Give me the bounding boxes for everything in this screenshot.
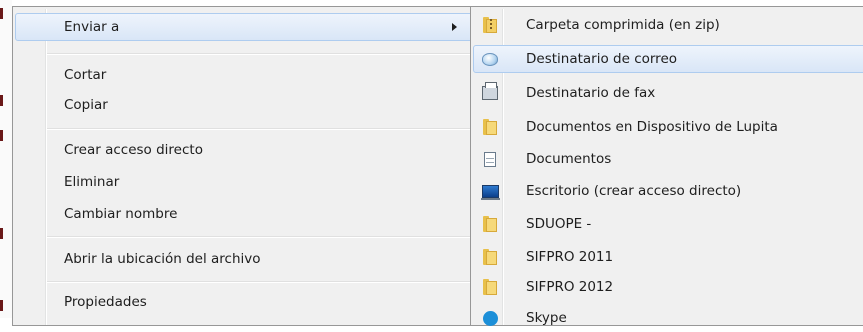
submenu-item-label: Skype [526, 310, 567, 326]
submenu-item-desktop-shortcut[interactable]: Escritorio (crear acceso directo) [473, 177, 863, 205]
menu-item-create-shortcut[interactable]: Crear acceso directo [15, 136, 474, 164]
submenu-item-documents[interactable]: Documentos [473, 145, 863, 173]
mail-recipient-icon [481, 50, 499, 68]
submenu-item-label: Destinatario de fax [526, 85, 656, 101]
folder-icon [481, 248, 499, 266]
menu-item-label: Crear acceso directo [64, 142, 203, 158]
menu-item-label: Cambiar nombre [64, 206, 178, 222]
send-to-submenu: Carpeta comprimida (en zip) Destinatario… [470, 6, 863, 326]
submenu-item-fax-recipient[interactable]: Destinatario de fax [473, 79, 863, 107]
menu-separator [47, 53, 474, 55]
submenu-item-label: Escritorio (crear acceso directo) [526, 183, 742, 199]
menu-item-rename[interactable]: Cambiar nombre [15, 200, 474, 228]
submenu-item-label: Carpeta comprimida (en zip) [526, 17, 720, 33]
submenu-arrow-icon [452, 23, 457, 31]
zip-folder-icon [481, 16, 499, 34]
submenu-item-compressed-folder[interactable]: Carpeta comprimida (en zip) [473, 11, 863, 39]
documents-icon [481, 150, 499, 168]
submenu-item-mail-recipient[interactable]: Destinatario de correo [473, 45, 863, 73]
menu-item-cut[interactable]: Cortar [15, 61, 474, 89]
menu-item-label: Enviar a [64, 19, 120, 35]
skype-icon [481, 309, 499, 327]
submenu-item-sifpro-2011[interactable]: SIFPRO 2011 [473, 243, 863, 271]
menu-separator [47, 281, 474, 283]
submenu-item-device-documents[interactable]: Documentos en Dispositivo de Lupita [473, 113, 863, 141]
submenu-item-label: Documentos en Dispositivo de Lupita [526, 119, 778, 135]
fax-icon [481, 82, 499, 102]
submenu-item-sifpro-2012[interactable]: SIFPRO 2012 [473, 273, 863, 301]
menu-item-label: Copiar [64, 97, 108, 113]
menu-item-label: Eliminar [64, 174, 120, 190]
submenu-item-label: SDUOPE - [526, 216, 592, 232]
menu-item-properties[interactable]: Propiedades [15, 288, 474, 316]
submenu-item-label: SIFPRO 2011 [526, 249, 614, 265]
menu-item-label: Propiedades [64, 294, 147, 310]
menu-separator [47, 236, 474, 238]
menu-item-open-file-location[interactable]: Abrir la ubicación del archivo [15, 245, 474, 273]
folder-icon [481, 215, 499, 233]
menu-item-delete[interactable]: Eliminar [15, 168, 474, 196]
menu-item-label: Abrir la ubicación del archivo [64, 251, 261, 267]
submenu-item-label: Documentos [526, 151, 612, 167]
submenu-item-label: Destinatario de correo [526, 51, 678, 67]
background-window-edge [0, 0, 12, 318]
menu-item-send-to[interactable]: Enviar a [15, 13, 474, 41]
desktop-icon [480, 182, 500, 200]
menu-item-label: Cortar [64, 67, 107, 83]
folder-icon [481, 118, 499, 136]
menu-item-copy[interactable]: Copiar [15, 91, 474, 119]
context-menu: Enviar a Cortar Copiar Crear acceso dire… [12, 6, 477, 326]
submenu-item-sduope[interactable]: SDUOPE - [473, 210, 863, 238]
folder-icon [481, 278, 499, 296]
menu-gutter-divider [45, 9, 46, 325]
submenu-item-label: SIFPRO 2012 [526, 279, 614, 295]
submenu-item-skype[interactable]: Skype [473, 304, 863, 332]
menu-separator [47, 128, 474, 130]
